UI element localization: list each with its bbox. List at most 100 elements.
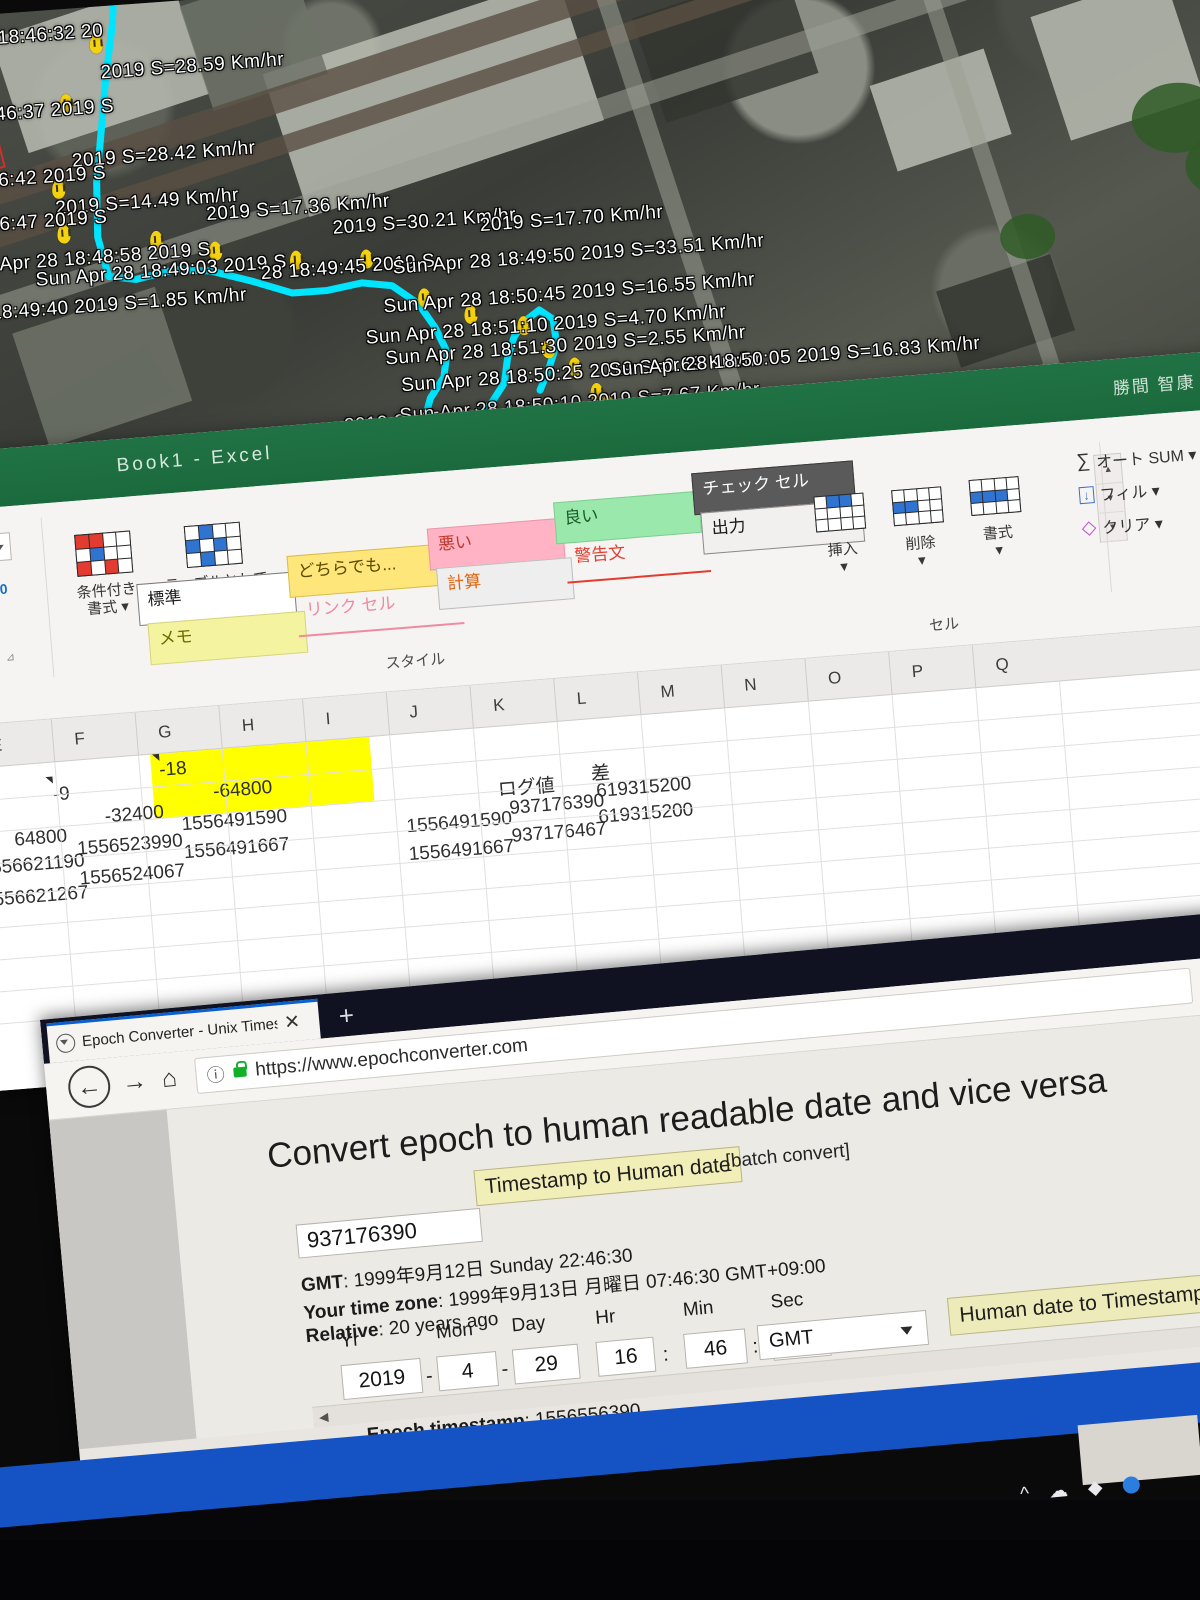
column-header-J[interactable]: J — [409, 702, 419, 723]
gmt-label: GMT — [300, 1271, 345, 1297]
column-divider[interactable] — [636, 672, 642, 715]
column-divider[interactable] — [50, 719, 56, 762]
ribbon-number-group[interactable]: 00 →0 ⊿ — [0, 521, 33, 678]
column-header-I[interactable]: I — [325, 709, 331, 729]
timezone-select-value: GMT — [768, 1326, 815, 1353]
cell-value[interactable]: -18 — [158, 758, 187, 782]
clear-button[interactable]: ◇ クリア ▾ — [1081, 501, 1200, 540]
column-divider[interactable] — [302, 699, 307, 742]
format-cells-button[interactable]: 書式 ▾ — [953, 464, 1040, 563]
cell-value[interactable]: 1556524067 — [79, 860, 186, 890]
delete-cells-button[interactable]: 削除 ▾ — [875, 474, 962, 573]
date-field-caption-min: Min — [682, 1297, 715, 1321]
date-separator: - — [424, 1364, 434, 1388]
column-divider[interactable] — [218, 705, 223, 748]
delete-cells-icon — [875, 474, 959, 538]
format-as-table-icon — [151, 511, 275, 578]
tray-icon-1[interactable]: ☁ — [1048, 1479, 1070, 1504]
column-header-N[interactable]: N — [744, 675, 758, 696]
site-info-icon[interactable]: ⓘ — [206, 1061, 226, 1089]
forward-button[interactable]: → — [121, 1067, 149, 1098]
home-icon[interactable]: ⌂ — [161, 1064, 179, 1094]
column-divider[interactable] — [385, 692, 391, 735]
date-field-caption-yr: Yr — [339, 1329, 361, 1353]
lock-icon — [233, 1066, 247, 1078]
column-divider[interactable] — [888, 652, 893, 694]
close-icon[interactable]: ✕ — [283, 1011, 301, 1033]
date-field-caption-day: Day — [510, 1312, 547, 1337]
column-header-M[interactable]: M — [660, 681, 676, 702]
column-divider[interactable] — [553, 678, 558, 721]
column-header-H[interactable]: H — [241, 715, 255, 736]
cell-value[interactable]: 1556491667 — [183, 834, 290, 864]
autosum-button[interactable]: ∑ オート SUM ▾ — [1076, 436, 1200, 475]
date-field-caption-sec: Sec — [769, 1289, 805, 1313]
ribbon-divider — [40, 517, 55, 678]
tray-icon-0[interactable]: ^ — [1020, 1483, 1031, 1506]
column-header-L[interactable]: L — [576, 688, 587, 709]
tray-action-center-icon[interactable] — [1122, 1475, 1141, 1495]
cell-value[interactable]: 1556621190 — [0, 850, 85, 880]
cells-group-label: セル — [928, 615, 960, 635]
styles-group-label: スタイル — [384, 650, 446, 673]
timestamp-to-human-button[interactable]: Timestamp to Human date — [473, 1146, 743, 1207]
sigma-icon: ∑ — [1075, 450, 1091, 473]
cell-value[interactable]: -32400 — [104, 802, 165, 829]
monitor-bezel — [0, 1540, 1200, 1600]
scroll-left-arrow-icon[interactable]: ◀ — [319, 1410, 329, 1425]
column-divider[interactable] — [469, 685, 474, 728]
column-header-G[interactable]: G — [157, 722, 172, 743]
tray-icon-2[interactable]: ◆ — [1087, 1476, 1104, 1500]
column-header-F[interactable]: F — [74, 729, 86, 750]
column-divider[interactable] — [971, 645, 977, 688]
timestamp-to-human-label: Timestamp to Human date — [483, 1153, 732, 1199]
date-field-hr[interactable]: 16 — [595, 1336, 657, 1377]
date-field-mon[interactable]: 4 — [436, 1351, 500, 1392]
number-format-dropdown[interactable] — [0, 532, 12, 564]
date-field-yr[interactable]: 2019 — [340, 1357, 424, 1401]
url-text: https://www.epochconverter.com — [254, 1034, 529, 1081]
eraser-icon: ◇ — [1080, 516, 1098, 539]
column-header-Q[interactable]: Q — [995, 655, 1010, 676]
clear-label: クリア ▾ — [1101, 515, 1164, 538]
human-to-timestamp-label: Human date to Timestamp — [958, 1281, 1200, 1327]
autosum-label: オート SUM ▾ — [1095, 446, 1198, 472]
monitor-bezel-edge — [1077, 1414, 1200, 1486]
date-field-caption-mon: Mon — [435, 1319, 474, 1344]
date-separator: : — [661, 1343, 670, 1366]
ribbon-editing-group[interactable]: ∑ オート SUM ▾ ↓ フィル ▾ ◇ クリア ▾ — [1076, 436, 1200, 550]
fill-down-icon: ↓ — [1078, 485, 1095, 504]
number-dialog-launcher-icon[interactable]: ⊿ — [5, 650, 15, 664]
format-cells-icon — [953, 464, 1037, 528]
back-button[interactable]: ← — [66, 1063, 113, 1110]
date-field-caption-hr: Hr — [594, 1306, 617, 1329]
fill-button[interactable]: ↓ フィル ▾ — [1078, 468, 1200, 507]
date-separator: - — [500, 1358, 510, 1381]
insert-cells-icon — [798, 480, 882, 544]
conditional-format-icon — [54, 521, 154, 587]
column-header-K[interactable]: K — [492, 695, 505, 716]
timestamp-input[interactable]: 937176390 — [295, 1207, 483, 1259]
column-header-E[interactable]: E — [0, 735, 3, 756]
date-field-min[interactable]: 46 — [683, 1328, 749, 1369]
page-dropdown-icon — [55, 1032, 77, 1054]
column-divider[interactable] — [720, 665, 726, 708]
column-header-O[interactable]: O — [827, 668, 842, 689]
decrease-decimal-button[interactable]: 00 →0 — [0, 581, 8, 600]
insert-cells-button[interactable]: 挿入 ▾ — [798, 480, 885, 579]
date-field-day[interactable]: 29 — [511, 1343, 581, 1385]
fill-label: フィル ▾ — [1099, 482, 1161, 505]
screen-photo: n 28 18:46:32 202019 S=28.59 Km/hr8 18:4… — [0, 0, 1200, 1600]
cell-value[interactable]: 1556621267 — [0, 882, 89, 912]
batch-convert-link[interactable]: [batch convert] — [725, 1140, 851, 1173]
cell-value[interactable]: 937176467 — [511, 818, 608, 848]
human-to-timestamp-button[interactable]: Human date to Timestamp — [946, 1273, 1200, 1336]
excel-title-text: Book1 - Excel — [115, 442, 274, 477]
column-divider[interactable] — [134, 712, 139, 755]
excel-user-name[interactable]: 勝間 智康 — [1112, 368, 1196, 400]
comment-marker[interactable] — [45, 776, 53, 785]
column-divider[interactable] — [804, 658, 809, 701]
new-tab-button[interactable]: + — [337, 1000, 355, 1031]
column-header-P[interactable]: P — [911, 661, 924, 682]
decimal-arrow-icon: →0 — [0, 580, 9, 599]
